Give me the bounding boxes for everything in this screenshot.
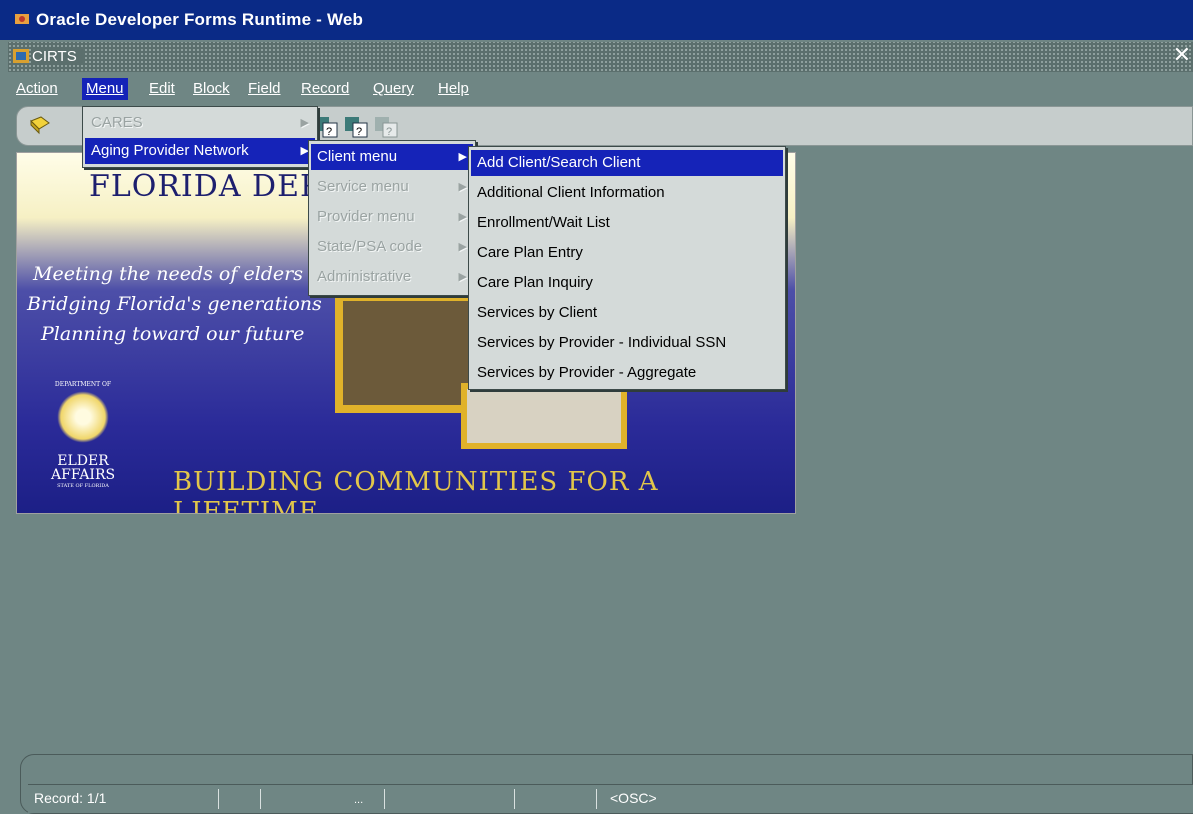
osc-indicator: <OSC> [610,790,657,806]
elder-affairs-logo: DEPARTMENT OF ELDER AFFAIRS STATE OF FLO… [51,381,116,489]
chevron-right-icon: ▶ [458,181,467,193]
menu-action[interactable]: Action [12,78,62,100]
menu-item-service-menu[interactable]: Service menu ▶ [311,174,473,200]
chevron-right-icon: ▶ [458,241,467,253]
chevron-right-icon: ▶ [458,151,467,163]
menu-item-provider-menu[interactable]: Provider menu ▶ [311,204,473,230]
record-indicator: Record: 1/1 [34,790,107,806]
close-icon[interactable]: ✕ [1173,44,1191,66]
client-submenu: Add Client/Search Client Additional Clie… [468,146,786,390]
menu-item-aging-provider-network[interactable]: Aging Provider Network ▶ [85,138,315,164]
banner-line-3: Planning toward our future [41,323,305,345]
status-divider [384,789,385,809]
status-divider [218,789,219,809]
app-title: Oracle Developer Forms Runtime - Web [36,10,364,29]
menu-item-enrollment-wait-list[interactable]: Enrollment/Wait List [471,210,783,236]
window-title: CIRTS [32,48,83,65]
window-icon [13,49,29,63]
menu-item-services-by-provider-aggregate[interactable]: Services by Provider - Aggregate [471,360,783,386]
status-bar: Record: 1/1 ... <OSC> [28,784,1193,813]
menu-query[interactable]: Query [369,78,418,100]
menu-bar: Action Menu Edit Block Field Record Quer… [8,74,1193,104]
chevron-right-icon: ▶ [458,211,467,223]
menu-item-add-client-search-client[interactable]: Add Client/Search Client [471,150,783,176]
status-divider [260,789,261,809]
menu-help[interactable]: Help [434,78,473,100]
menu-item-additional-client-information[interactable]: Additional Client Information [471,180,783,206]
aging-provider-submenu: Client menu ▶ Service menu ▶ Provider menu… [308,140,476,296]
menu-item-state-psa-code[interactable]: State/PSA code ▶ [311,234,473,260]
menu-item-services-by-client[interactable]: Services by Client [471,300,783,326]
status-divider [514,789,515,809]
banner-line-1: Meeting the needs of elders [33,263,303,285]
svg-text:?: ? [326,126,332,138]
menu-item-care-plan-inquiry[interactable]: Care Plan Inquiry [471,270,783,296]
app-title-bar: Oracle Developer Forms Runtime - Web [0,0,1193,40]
menu-item-care-plan-entry[interactable]: Care Plan Entry [471,240,783,266]
menu-item-client-menu[interactable]: Client menu ▶ [311,144,473,170]
menu-block[interactable]: Block [189,78,234,100]
oracle-app-icon [15,14,29,24]
menu-field[interactable]: Field [244,78,285,100]
menu-dropdown: CARES ▶ Aging Provider Network ▶ [82,106,318,168]
menu-record[interactable]: Record [297,78,353,100]
chevron-right-icon: ▶ [300,117,309,129]
save-icon[interactable] [27,113,53,139]
menu-menu[interactable]: Menu [82,78,128,100]
svg-text:?: ? [356,126,362,138]
svg-text:?: ? [386,126,392,138]
status-ellipsis: ... [354,794,364,806]
chevron-right-icon: ▶ [458,271,467,283]
table-photo [461,383,627,449]
banner-tagline: BUILDING COMMUNITIES FOR A LIFETIME [173,467,659,514]
query-help-icon-2[interactable]: ? [343,113,369,139]
menu-item-services-by-provider-individual-ssn[interactable]: Services by Provider - Individual SSN [471,330,783,356]
menu-item-cares[interactable]: CARES ▶ [85,110,315,136]
banner-line-2: Bridging Florida's generations [27,293,322,315]
banner-title: FLORIDA DEPA [89,169,342,204]
window-title-bar: CIRTS ✕ [8,42,1193,72]
sun-icon [57,391,109,443]
menu-item-administrative[interactable]: Administrative ▶ [311,264,473,290]
menu-edit[interactable]: Edit [145,78,179,100]
status-divider [596,789,597,809]
query-help-icon-disabled[interactable]: ? [373,113,399,139]
